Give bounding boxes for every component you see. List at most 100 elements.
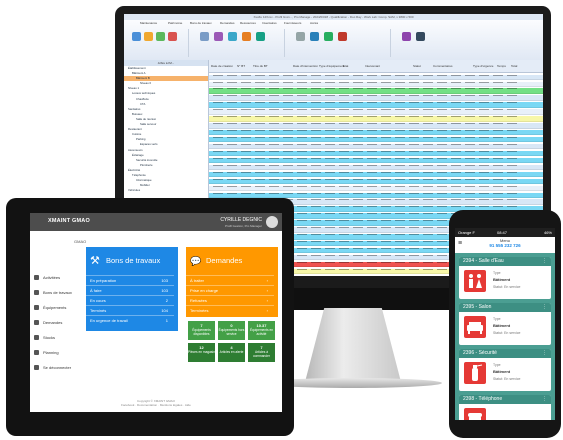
table-row[interactable] <box>209 150 543 157</box>
refresh-icon[interactable] <box>228 32 237 41</box>
user-name: CYRILLE DEGNIC <box>220 217 262 223</box>
tab-inventaires[interactable]: Inventaires <box>262 21 277 25</box>
grid-column-header[interactable]: Date d'intervention <box>293 64 318 68</box>
table-row[interactable] <box>209 81 543 87</box>
tab-acces[interactable]: Accès <box>310 21 318 25</box>
sidebar-item-bons[interactable]: Bons de travaux <box>34 289 72 297</box>
tree-item[interactable]: Véhicules <box>124 188 208 193</box>
export-icon[interactable] <box>242 32 251 41</box>
table-row[interactable] <box>209 88 543 94</box>
tile-equipements-disponibles[interactable]: 7 Équipements disponibles <box>188 321 215 340</box>
grid-column-header[interactable]: N° BT <box>237 64 245 68</box>
sidebar-item-demandes[interactable]: Demandes <box>34 319 62 327</box>
demandes-row[interactable]: Terminées › <box>186 305 274 316</box>
new-icon[interactable] <box>132 32 141 41</box>
table-row[interactable] <box>209 164 543 171</box>
bons-row[interactable]: À faire 103 <box>86 285 174 296</box>
equipment-card[interactable]: 2398 - Téléphone ⋮ <box>459 395 551 420</box>
table-row[interactable] <box>209 123 543 129</box>
bons-row[interactable]: En préparation 103 <box>86 275 174 286</box>
table-row[interactable] <box>209 109 543 115</box>
menu-icon[interactable]: ≡ <box>458 240 462 247</box>
box-icon <box>34 335 39 341</box>
settings-icon[interactable] <box>296 32 305 41</box>
demandes-title: Demandes <box>206 256 243 265</box>
footer-links[interactable]: Facebook · Documentation · Mentions léga… <box>30 403 282 407</box>
demandes-row[interactable]: À traiter › <box>186 275 274 286</box>
avatar[interactable] <box>266 216 278 228</box>
sidebar-item-activites[interactable]: Activitées <box>34 274 60 282</box>
tab-bons[interactable]: Bons de travaux <box>190 21 212 25</box>
bons-row[interactable]: Terminés 104 <box>86 305 174 316</box>
bons-panel-title[interactable]: ⚒ Bons de travaux <box>86 247 178 275</box>
tile-articles-alerte[interactable]: 4 Articles en alerte <box>218 343 245 362</box>
grid-column-header[interactable]: Commentaires <box>433 64 453 68</box>
table-row[interactable] <box>209 102 543 108</box>
users-icon[interactable] <box>310 32 319 41</box>
table-row[interactable] <box>209 74 543 80</box>
bons-row[interactable]: En urgence de travail 1 <box>86 315 174 326</box>
table-row[interactable] <box>209 178 543 184</box>
tab-demandes[interactable]: Demandes <box>220 21 235 25</box>
grid-column-header[interactable]: Date de création <box>211 64 233 68</box>
calendar-icon[interactable] <box>256 32 265 41</box>
filter-icon[interactable] <box>214 32 223 41</box>
tab-maintenance[interactable]: Maintenance <box>140 21 157 25</box>
wrench-icon <box>34 290 39 296</box>
bons-row[interactable]: En cours 2 <box>86 295 174 306</box>
table-row[interactable] <box>209 185 543 191</box>
info-icon[interactable] <box>416 32 425 41</box>
grid-column-header[interactable]: Intervenant <box>365 64 380 68</box>
alert-icon[interactable] <box>338 32 347 41</box>
equipment-card[interactable]: 2395 - Salon ⋮ Type Bâtiment Statut: En s… <box>459 303 551 345</box>
open-icon[interactable] <box>144 32 153 41</box>
tablet-screen: XMAINT GMAO CYRILLE DEGNIC Profil Gestio… <box>30 213 282 412</box>
tile-articles-commander[interactable]: 7 Articles à commander <box>248 343 275 362</box>
tile-equipements-hors-service[interactable]: 0 Équipements hors service <box>218 321 245 340</box>
table-row[interactable] <box>209 130 543 136</box>
sidebar-item-stocks[interactable]: Stocks <box>34 334 55 342</box>
tab-ressources[interactable]: Ressources <box>240 21 256 25</box>
table-row[interactable] <box>209 95 543 101</box>
grid-column-header[interactable]: Etat <box>343 64 348 68</box>
sidebar-item-equipements[interactable]: Équipements <box>34 304 66 312</box>
table-row[interactable] <box>209 143 543 150</box>
tile-pieces-magasin[interactable]: 12 Pièces en magasin <box>188 343 215 362</box>
demandes-panel-title[interactable]: 💬 Demandes <box>186 247 278 275</box>
more-icon[interactable]: ⋮ <box>542 257 547 266</box>
tab-fournisseurs[interactable]: Fournisseurs <box>284 21 301 25</box>
chat-bubble-icon: 💬 <box>190 256 202 266</box>
grid-column-header[interactable]: Titre du BT <box>253 64 268 68</box>
tab-patrimoine[interactable]: Patrimoine <box>168 21 182 25</box>
more-icon[interactable]: ⋮ <box>542 303 547 312</box>
sidebar-item-logout[interactable]: Se déconnecter <box>34 364 71 372</box>
phone-icon <box>464 408 486 420</box>
grid-column-header[interactable]: Temps <box>497 64 506 68</box>
row-content <box>213 123 521 125</box>
table-row[interactable] <box>209 171 543 178</box>
table-row[interactable] <box>209 116 543 122</box>
print-icon[interactable] <box>200 32 209 41</box>
card-status: Statut: En service <box>493 377 521 381</box>
save-icon[interactable] <box>156 32 165 41</box>
table-row[interactable] <box>209 137 543 143</box>
chart-icon[interactable] <box>324 32 333 41</box>
equipment-card[interactable]: 2394 - Salle d'Eau ⋮ Type Bâtiment Statut… <box>459 257 551 299</box>
grid-column-header[interactable]: Type d'urgence <box>473 64 493 68</box>
demandes-row[interactable]: Prise en charge › <box>186 285 274 296</box>
tile-equipements-activite[interactable]: 10.37 Équipements en activité <box>248 321 275 340</box>
demandes-row[interactable]: Refusées › <box>186 295 274 306</box>
bons-row-label: Terminés <box>90 308 107 313</box>
help-icon[interactable] <box>402 32 411 41</box>
grid-column-header[interactable]: Type d'équipement <box>319 64 344 68</box>
sidebar-item-planning[interactable]: Planning <box>34 349 59 357</box>
equipment-card[interactable]: 2396 - Sécurité ⋮ Type Bâtiment Statut: E… <box>459 349 551 391</box>
delete-icon[interactable] <box>168 32 177 41</box>
table-row[interactable] <box>209 157 543 164</box>
more-icon[interactable]: ⋮ <box>542 349 547 358</box>
more-icon[interactable]: ⋮ <box>542 395 547 404</box>
grid-column-header[interactable]: Total <box>511 64 517 68</box>
grid-column-header[interactable]: Statut <box>413 64 421 68</box>
card-title: 2395 - Salon <box>459 303 551 312</box>
tile-label: Articles à commander <box>253 350 270 358</box>
